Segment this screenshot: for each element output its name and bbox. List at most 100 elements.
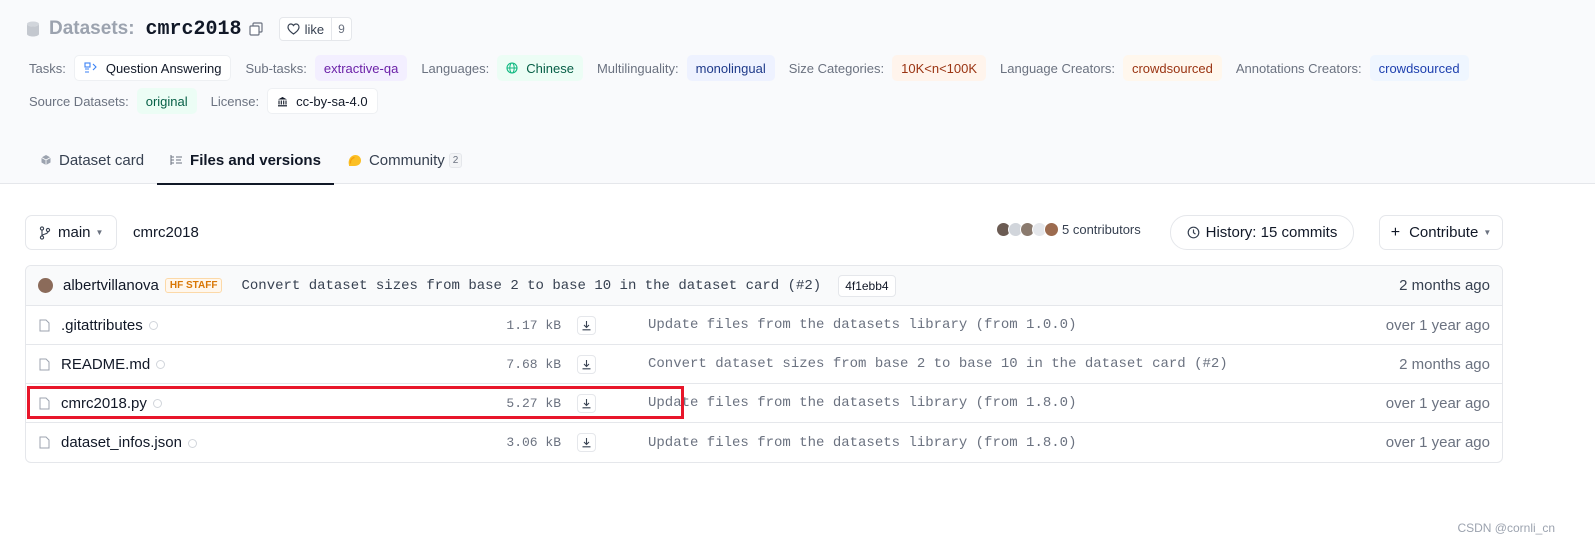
download-icon (582, 320, 591, 330)
tags-row-2: Source Datasets: original License: cc-by… (29, 88, 392, 114)
tab-label: Dataset card (59, 151, 145, 169)
languages-label: Languages: (421, 60, 490, 76)
download-icon (582, 359, 591, 369)
tag-annotations-creators[interactable]: crowdsourced (1369, 55, 1469, 81)
download-button[interactable] (577, 393, 596, 413)
language-creators-label: Language Creators: (1000, 60, 1115, 76)
chevron-down-icon: ▼ (95, 228, 104, 237)
file-commit-message[interactable]: Update files from the datasets library (… (648, 317, 1076, 333)
safe-file-icon (148, 321, 158, 331)
history-label: History: 15 commits (1205, 224, 1338, 241)
repo-tabs: Dataset card Files and versions Communit… (27, 136, 475, 185)
file-icon (39, 358, 50, 371)
commit-author[interactable]: albertvillanova (63, 277, 159, 294)
globe-icon (506, 62, 518, 74)
avatar (1044, 222, 1059, 237)
download-button[interactable] (577, 354, 596, 374)
file-icon (39, 436, 50, 449)
breadcrumb-path[interactable]: cmrc2018 (133, 224, 199, 241)
safe-file-icon (156, 360, 166, 370)
copy-icon[interactable] (248, 22, 263, 36)
table-row[interactable]: .gitattributes 1.17 kB Update files from… (26, 306, 1502, 345)
repo-name[interactable]: cmrc2018 (146, 18, 242, 41)
tag-language-creators[interactable]: crowdsourced (1122, 55, 1222, 81)
file-size: 5.27 kB (506, 395, 561, 411)
plus-icon: + (1390, 223, 1401, 241)
tasks-label: Tasks: (29, 60, 66, 76)
tag-question-answering[interactable]: Question Answering (73, 55, 232, 81)
watermark: CSDN @cornli_cn (1457, 521, 1555, 535)
file-date: 2 months ago (1399, 355, 1490, 373)
like-button[interactable]: like 9 (278, 17, 352, 41)
title-row: Datasets: cmrc2018 like 9 (26, 16, 352, 42)
avatar[interactable] (38, 278, 53, 293)
tab-community[interactable]: Community 2 (334, 136, 475, 184)
branch-icon (39, 225, 51, 240)
download-button[interactable] (577, 315, 596, 335)
tag-label: cc-by-sa-4.0 (296, 93, 368, 109)
like-label: like (304, 21, 325, 37)
license-label: License: (210, 93, 260, 109)
table-row[interactable]: cmrc2018.py 5.27 kB Update files from th… (26, 384, 1502, 423)
contributors-count: 5 contributors (1062, 222, 1141, 237)
contribute-button[interactable]: + Contribute ▼ (1379, 215, 1503, 250)
chevron-down-icon: ▼ (1483, 228, 1492, 237)
tag-chinese[interactable]: Chinese (497, 55, 583, 81)
file-name-text: cmrc2018.py (61, 394, 147, 412)
tags-row-1: Tasks: Question Answering Sub-tasks: ext… (29, 55, 1483, 81)
repo-kind[interactable]: Datasets: (49, 18, 135, 40)
question-answering-icon (84, 62, 97, 73)
contributor-avatars (996, 222, 1059, 237)
file-name[interactable]: cmrc2018.py (61, 395, 162, 412)
subtasks-label: Sub-tasks: (245, 60, 307, 76)
like-main[interactable]: like (280, 18, 333, 40)
database-icon (26, 21, 40, 37)
tab-files-and-versions[interactable]: Files and versions (157, 136, 334, 185)
heart-icon (286, 23, 300, 35)
tab-label: Community (368, 151, 445, 169)
tag-monolingual[interactable]: monolingual (686, 55, 775, 81)
file-name-text: .gitattributes (61, 316, 143, 334)
size-label: Size Categories: (788, 60, 885, 76)
safe-file-icon (152, 399, 162, 409)
tab-label: Files and versions (190, 151, 321, 169)
file-icon (39, 397, 50, 410)
file-icon (39, 319, 50, 332)
tag-label: Chinese (526, 60, 574, 76)
history-button[interactable]: History: 15 commits (1170, 215, 1354, 250)
license-icon (278, 96, 288, 106)
tab-dataset-card[interactable]: Dataset card (27, 136, 157, 184)
file-commit-message[interactable]: Update files from the datasets library (… (648, 395, 1076, 411)
branch-selector[interactable]: main ▼ (25, 215, 117, 250)
file-name-text: README.md (61, 355, 151, 373)
source-label: Source Datasets: (29, 93, 129, 109)
annotations-creators-label: Annotations Creators: (1235, 60, 1362, 76)
community-count-badge: 2 (448, 152, 463, 168)
file-date: over 1 year ago (1385, 434, 1490, 451)
download-button[interactable] (577, 433, 596, 452)
file-commit-message[interactable]: Update files from the datasets library (… (648, 435, 1076, 451)
file-name[interactable]: README.md (61, 355, 166, 373)
tag-original[interactable]: original (136, 88, 197, 114)
cube-icon (41, 155, 51, 165)
file-name[interactable]: .gitattributes (61, 317, 158, 334)
file-size: 3.06 kB (506, 435, 561, 450)
tag-extractive-qa[interactable]: extractive-qa (314, 55, 408, 81)
file-size: 7.68 kB (506, 356, 561, 372)
contributors[interactable]: 5 contributors (996, 222, 1141, 237)
multilinguality-label: Multilinguality: (596, 60, 679, 76)
community-icon (348, 154, 361, 166)
commit-message[interactable]: Convert dataset sizes from base 2 to bas… (241, 278, 821, 294)
file-name[interactable]: dataset_infos.json (61, 434, 197, 451)
contribute-label: Contribute (1409, 224, 1479, 241)
tag-license[interactable]: cc-by-sa-4.0 (267, 88, 378, 114)
commit-date: 2 months ago (1399, 277, 1490, 294)
table-row[interactable]: README.md 7.68 kB Convert dataset sizes … (26, 345, 1502, 384)
tag-size[interactable]: 10K<n<100K (892, 55, 987, 81)
file-commit-message[interactable]: Convert dataset sizes from base 2 to bas… (648, 356, 1228, 372)
repo-header: Datasets: cmrc2018 like 9 Tasks: Questio… (0, 0, 1595, 185)
file-date: over 1 year ago (1385, 394, 1490, 412)
staff-badge: HF STAFF (164, 278, 223, 293)
table-row[interactable]: dataset_infos.json 3.06 kB Update files … (26, 423, 1502, 462)
commit-hash[interactable]: 4f1ebb4 (838, 274, 896, 297)
